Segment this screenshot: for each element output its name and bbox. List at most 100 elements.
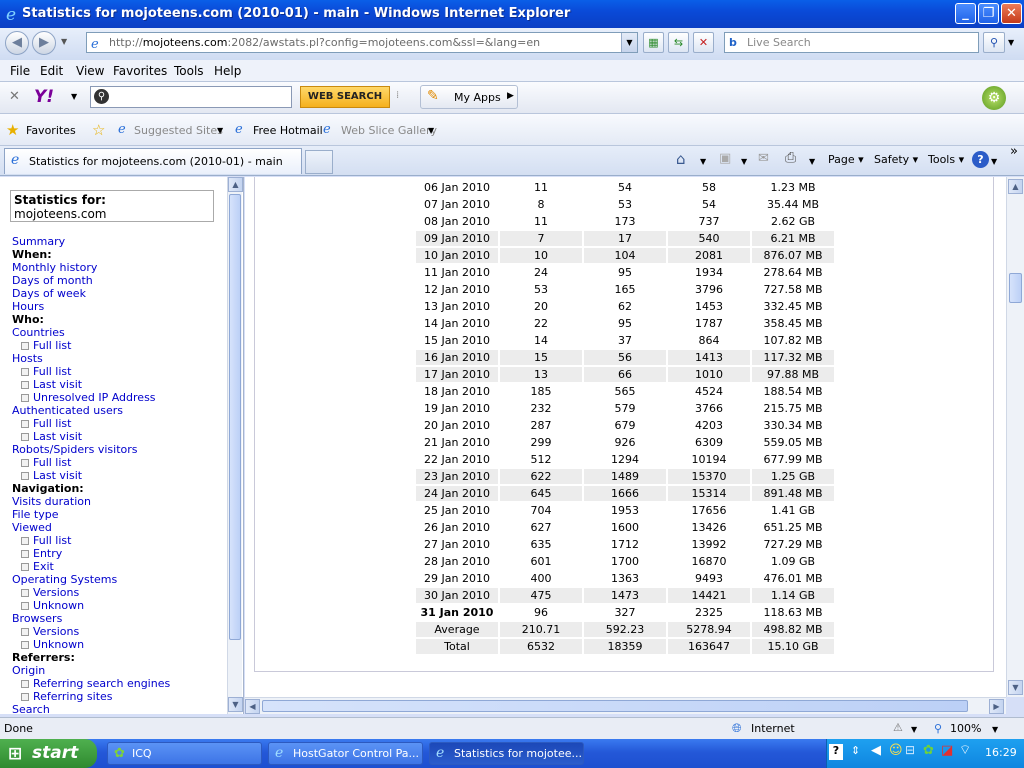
help-icon[interactable]: ? [972,151,989,168]
nav-link-unknown[interactable]: Unknown [12,638,222,651]
messenger-tray-icon[interactable]: ☺ [889,743,903,758]
left-scroll-thumb[interactable] [229,194,241,640]
task-hostgator[interactable]: e HostGator Control Pa... [268,742,423,765]
wifi-tray-icon[interactable]: ⌔ [959,742,971,758]
menu-tools[interactable]: Tools [174,64,204,78]
left-frame-scrollbar[interactable]: ▲ ▼ [227,177,243,714]
nav-link-last-visit[interactable]: Last visit [12,378,222,391]
suggested-sites-link[interactable]: Suggested Sites [134,124,223,137]
suggested-dropdown-icon[interactable]: ▼ [217,126,223,135]
yahoo-menu-icon[interactable]: ▼ [71,92,77,101]
stop-icon[interactable]: ✕ [693,32,714,53]
scroll-right-icon[interactable]: ▶ [989,699,1004,714]
feeds-dropdown-icon[interactable]: ▼ [741,157,747,166]
nav-link-full-list[interactable]: Full list [12,534,222,547]
nav-link-unknown[interactable]: Unknown [12,599,222,612]
nav-link-referring-sites[interactable]: Referring sites [12,690,222,703]
menu-edit[interactable]: Edit [40,64,63,78]
language-tray-icon[interactable]: ⇕ [851,744,860,757]
icq-tray-icon[interactable]: ✿ [923,743,934,758]
task-icq[interactable]: ✿ ICQ [107,742,262,765]
close-toolbar-icon[interactable]: ✕ [9,89,20,104]
protected-mode-icon[interactable]: ⚠︎ [893,721,903,734]
horizontal-scrollbar[interactable]: ◀ ▶ [245,697,1006,714]
print-icon[interactable]: ⎙ [785,150,796,166]
nav-link-summary[interactable]: Summary [12,235,222,248]
mail-icon[interactable]: ✉ [758,151,769,166]
main-scroll-up-icon[interactable]: ▲ [1008,179,1023,194]
nav-link-authenticated-users[interactable]: Authenticated users [12,404,222,417]
nav-link-referring-search-engines[interactable]: Referring search engines [12,677,222,690]
horizontal-scroll-thumb[interactable] [262,700,968,712]
main-scrollbar[interactable]: ▲ ▼ [1006,177,1024,697]
zoom-dropdown-icon[interactable]: ▼ [992,725,998,734]
home-icon[interactable]: ⌂ [676,150,686,168]
settings-gear-icon[interactable]: ⚙ [982,86,1006,110]
nav-link-days-of-month[interactable]: Days of month [12,274,222,287]
safety-menu[interactable]: Safety ▾ [874,153,918,166]
help-tray-icon[interactable]: ? [829,744,843,760]
nav-link-hosts[interactable]: Hosts [12,352,222,365]
start-button[interactable]: ⊞ start [0,739,97,768]
web-slice-gallery-link[interactable]: Web Slice Gallery [341,124,437,137]
show-hidden-icons[interactable]: ◀ [871,743,881,758]
nav-link-versions[interactable]: Versions [12,625,222,638]
menu-help[interactable]: Help [214,64,241,78]
nav-link-unresolved-ip-address[interactable]: Unresolved IP Address [12,391,222,404]
address-bar[interactable]: e http://mojoteens.com:2082/awstats.pl?c… [86,32,638,53]
nav-link-search[interactable]: Search [12,703,222,714]
zoom-icon[interactable]: ⚲ [934,722,942,735]
refresh-icon[interactable]: ⇆ [668,32,689,53]
page-menu[interactable]: Page ▾ [828,153,864,166]
minimize-button[interactable]: _ [955,3,976,24]
antivirus-tray-icon[interactable]: ◪ [941,743,953,758]
add-favorites-icon[interactable]: ☆ [92,121,105,139]
nav-link-robots-spiders-visitors[interactable]: Robots/Spiders visitors [12,443,222,456]
web-slice-dropdown-icon[interactable]: ▼ [428,126,434,135]
back-button[interactable]: ◀ [5,31,29,55]
nav-link-last-visit[interactable]: Last visit [12,469,222,482]
feeds-icon[interactable]: ▣ [719,151,731,166]
nav-link-operating-systems[interactable]: Operating Systems [12,573,222,586]
nav-link-full-list[interactable]: Full list [12,339,222,352]
nav-link-last-visit[interactable]: Last visit [12,430,222,443]
nav-link-hours[interactable]: Hours [12,300,222,313]
tab-statistics[interactable]: e Statistics for mojoteens.com (2010-01)… [4,148,302,174]
nav-link-days-of-week[interactable]: Days of week [12,287,222,300]
close-window-button[interactable]: ✕ [1001,3,1022,24]
forward-button[interactable]: ▶ [32,31,56,55]
tools-menu[interactable]: Tools ▾ [928,153,964,166]
menu-favorites[interactable]: Favorites [113,64,167,78]
help-dropdown-icon[interactable]: ▼ [991,157,997,166]
nav-link-exit[interactable]: Exit [12,560,222,573]
nav-link-full-list[interactable]: Full list [12,365,222,378]
free-hotmail-link[interactable]: Free Hotmail [253,124,323,137]
nav-link-viewed[interactable]: Viewed [12,521,222,534]
menu-file[interactable]: File [10,64,30,78]
print-dropdown-icon[interactable]: ▼ [809,157,815,166]
nav-link-monthly-history[interactable]: Monthly history [12,261,222,274]
yahoo-logo[interactable]: Y! [34,87,54,107]
scroll-up-icon[interactable]: ▲ [228,177,243,192]
new-tab-button[interactable] [305,150,333,174]
network-tray-icon[interactable]: ⊟ [905,743,915,757]
favorites-star-icon[interactable]: ★ [6,121,19,139]
nav-link-full-list[interactable]: Full list [12,456,222,469]
scroll-left-icon[interactable]: ◀ [245,699,260,714]
nav-link-browsers[interactable]: Browsers [12,612,222,625]
search-options-icon[interactable]: ▼ [1008,38,1014,47]
nav-link-countries[interactable]: Countries [12,326,222,339]
compatibility-view-icon[interactable]: ▦ [643,32,664,53]
nav-link-file-type[interactable]: File type [12,508,222,521]
main-scroll-thumb[interactable] [1009,273,1022,303]
my-apps-button[interactable]: ✎ My Apps ▶ [420,85,518,109]
web-search-button[interactable]: WEB SEARCH [300,86,390,108]
search-icon[interactable]: ⚲ [983,32,1005,53]
home-dropdown-icon[interactable]: ▼ [700,157,706,166]
yahoo-search-input[interactable]: ⚲ [90,86,292,108]
nav-link-versions[interactable]: Versions [12,586,222,599]
favorites-button[interactable]: Favorites [26,124,76,137]
scroll-down-icon[interactable]: ▼ [228,697,243,712]
nav-link-entry[interactable]: Entry [12,547,222,560]
search-input[interactable]: b Live Search [724,32,979,53]
